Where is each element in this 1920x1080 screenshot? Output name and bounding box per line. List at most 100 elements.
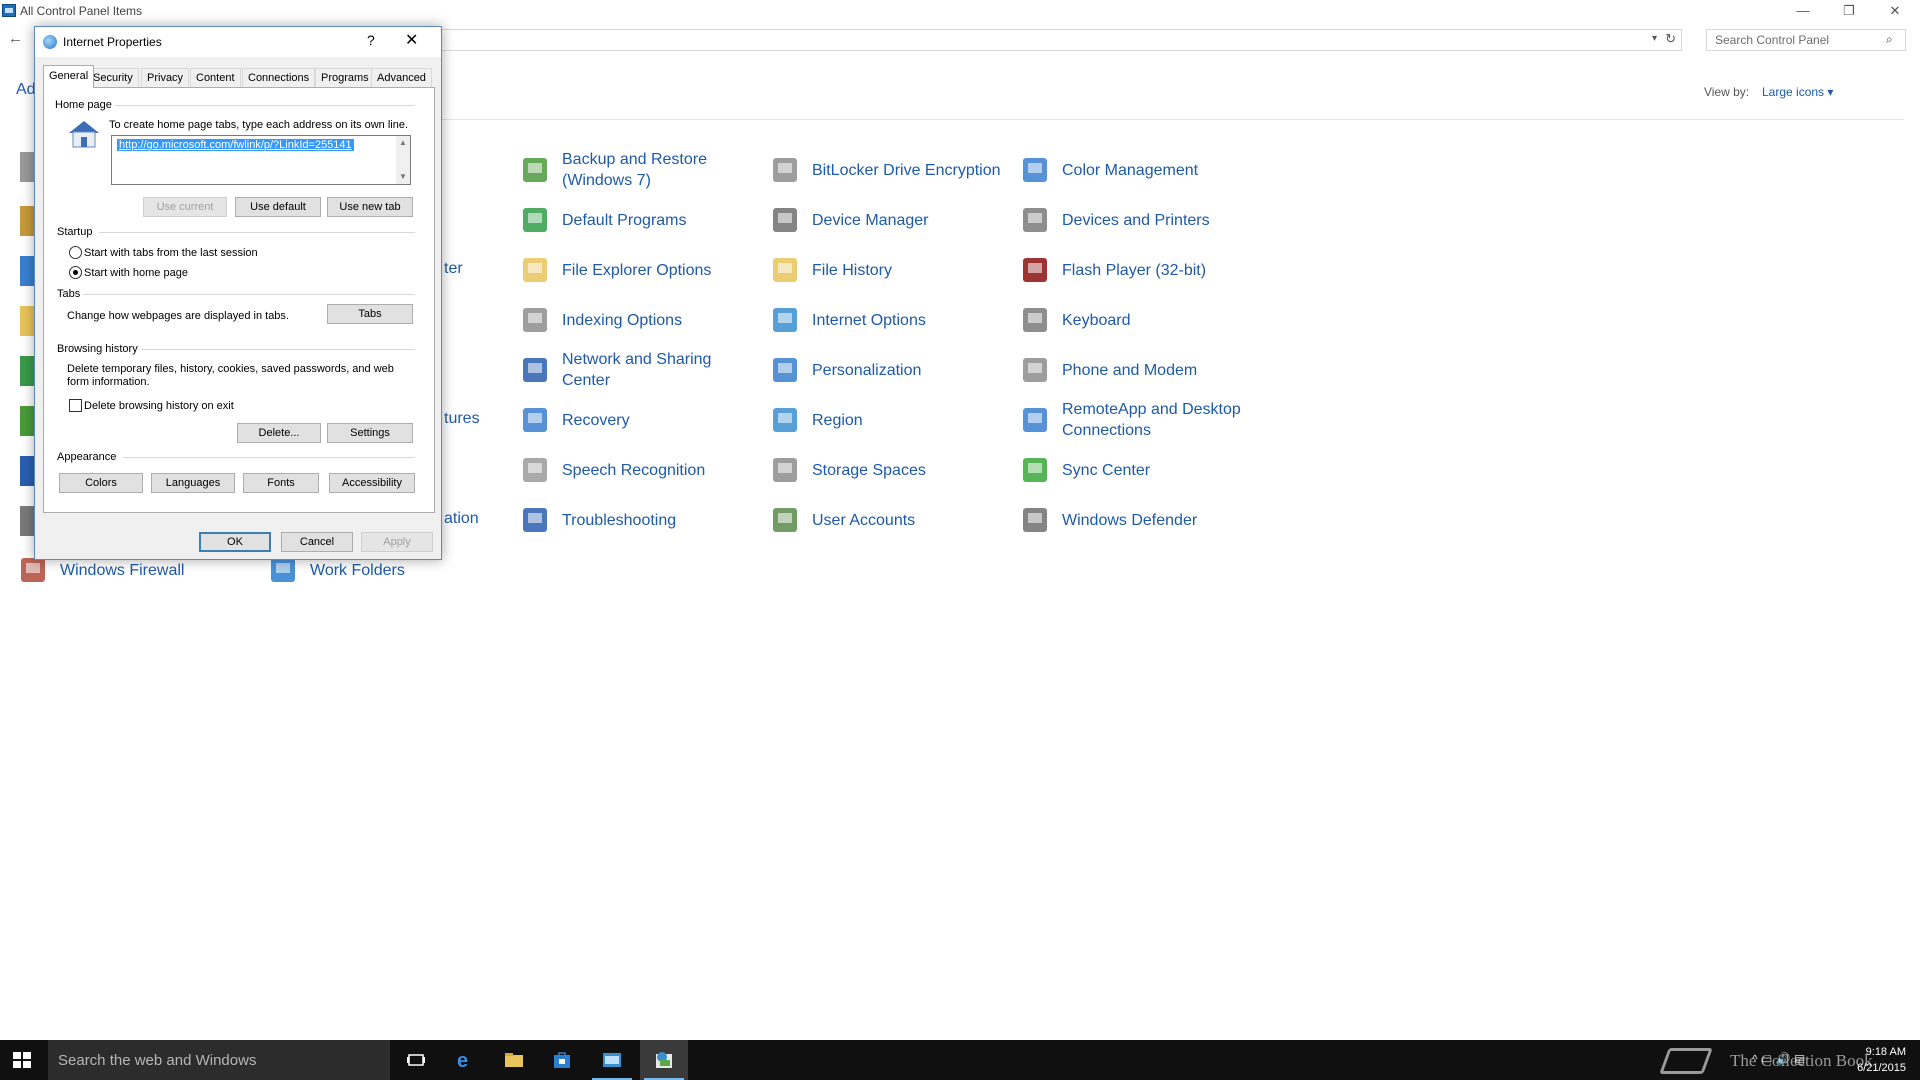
store-icon[interactable]	[538, 1040, 586, 1080]
control-panel-item[interactable]: Backup and Restore (Windows 7)	[518, 146, 707, 194]
control-panel-item[interactable]: Indexing Options	[518, 296, 682, 344]
clipped-item-icon[interactable]	[20, 256, 34, 286]
delete-history-on-exit-checkbox[interactable]	[69, 399, 82, 412]
internet-properties-taskbar-icon[interactable]	[640, 1040, 688, 1080]
control-panel-item-label: User Accounts	[812, 511, 916, 529]
accessibility-button[interactable]: Accessibility	[329, 473, 415, 493]
clipped-item-icon[interactable]	[20, 456, 34, 486]
languages-button[interactable]: Languages	[151, 473, 235, 493]
view-by-dropdown[interactable]: Large icons ▾	[1762, 85, 1833, 99]
control-panel-item[interactable]: File History	[768, 246, 892, 294]
tab-privacy[interactable]: Privacy	[141, 68, 190, 87]
control-panel-item[interactable]: Device Manager	[768, 196, 929, 244]
home-page-instruction: To create home page tabs, type each addr…	[109, 119, 409, 131]
cancel-button[interactable]: Cancel	[281, 532, 353, 552]
clock[interactable]: 9:18 AM 6/21/2015	[1850, 1044, 1906, 1076]
clipped-item-label[interactable]: tures	[444, 410, 480, 428]
home-page-url-textarea[interactable]: http://go.microsoft.com/fwlink/p/?LinkId…	[111, 135, 411, 185]
colors-button[interactable]: Colors	[59, 473, 143, 493]
minimize-button[interactable]: —	[1780, 0, 1826, 22]
startup-last-session-radio[interactable]	[69, 246, 82, 259]
control-panel-taskbar-icon[interactable]	[588, 1040, 636, 1080]
settings-button[interactable]: Settings	[327, 423, 413, 443]
control-panel-item[interactable]: Network and Sharing Center	[518, 346, 711, 394]
clipped-item-icon[interactable]	[20, 306, 34, 336]
clipped-item-icon[interactable]	[20, 356, 34, 386]
delete-button[interactable]: Delete...	[237, 423, 321, 443]
tab-advanced[interactable]: Advanced	[371, 68, 432, 87]
delete-history-on-exit-label[interactable]: Delete browsing history on exit	[84, 400, 234, 413]
close-button[interactable]: ✕	[1872, 0, 1918, 22]
clipped-item-icon[interactable]	[20, 206, 34, 236]
use-new-tab-button[interactable]: Use new tab	[327, 197, 413, 217]
control-panel-item-label: BitLocker Drive Encryption	[812, 161, 1001, 179]
apply-button[interactable]: Apply	[361, 532, 433, 552]
svg-text:e: e	[457, 1050, 468, 1070]
startup-home-page-radio[interactable]	[69, 266, 82, 279]
task-view-icon[interactable]	[392, 1040, 440, 1080]
search-icon[interactable]: ⌕	[1886, 32, 1893, 47]
control-panel-item[interactable]: Personalization	[768, 346, 921, 394]
scroll-up-icon[interactable]: ▲	[399, 138, 407, 147]
scroll-down-icon[interactable]: ▼	[399, 172, 407, 181]
start-button[interactable]	[13, 1052, 31, 1068]
control-panel-item[interactable]: Flash Player (32-bit)	[1018, 246, 1206, 294]
remoteapp-icon	[1018, 403, 1052, 437]
divider	[83, 294, 415, 295]
clipped-item-label[interactable]: ation	[444, 510, 479, 528]
control-panel-item-label: Speech Recognition	[562, 461, 706, 479]
tab-security[interactable]: Security	[87, 68, 139, 87]
control-panel-item[interactable]: Default Programs	[518, 196, 687, 244]
tab-programs[interactable]: Programs	[315, 68, 375, 87]
control-panel-item[interactable]: Speech Recognition	[518, 446, 705, 494]
home-page-url[interactable]: http://go.microsoft.com/fwlink/p/?LinkId…	[117, 139, 354, 151]
startup-home-page-label[interactable]: Start with home page	[84, 267, 188, 280]
control-panel-item[interactable]: File Explorer Options	[518, 246, 711, 294]
restore-button[interactable]: ❐	[1826, 0, 1872, 22]
system-tray[interactable]: ^ ▭ 🔊 ▤	[1752, 1052, 1805, 1066]
search-input[interactable]	[1706, 29, 1906, 51]
fonts-button[interactable]: Fonts	[243, 473, 319, 493]
use-current-button[interactable]: Use current	[143, 197, 227, 217]
clipped-item-label[interactable]: ter	[444, 260, 463, 278]
dialog-close-button[interactable]: ✕	[405, 30, 418, 50]
control-panel-item[interactable]: Phone and Modem	[1018, 346, 1197, 394]
control-panel-item[interactable]: Storage Spaces	[768, 446, 926, 494]
control-panel-item[interactable]: Troubleshooting	[518, 496, 676, 544]
taskbar-search-box[interactable]: Search the web and Windows	[48, 1040, 390, 1080]
help-button[interactable]: ?	[367, 32, 375, 48]
edge-icon[interactable]: e	[442, 1040, 490, 1080]
speech-recognition-icon	[518, 453, 552, 487]
clipped-item-icon[interactable]	[20, 152, 34, 182]
address-bar[interactable]: ▾ ↻	[440, 29, 1682, 51]
control-panel-item[interactable]: Region	[768, 396, 863, 444]
control-panel-item[interactable]: Recovery	[518, 396, 630, 444]
control-panel-item[interactable]: BitLocker Drive Encryption	[768, 146, 1001, 194]
tab-content[interactable]: Content	[190, 68, 241, 87]
chevron-down-icon[interactable]: ▾	[1652, 33, 1657, 44]
startup-last-session-label[interactable]: Start with tabs from the last session	[84, 247, 258, 260]
control-panel-item[interactable]: Internet Options	[768, 296, 926, 344]
back-arrow-icon[interactable]: ←	[8, 30, 23, 47]
control-panel-item-label: Keyboard	[1062, 311, 1131, 329]
tabs-button[interactable]: Tabs	[327, 304, 413, 324]
control-panel-item[interactable]: Windows Defender	[1018, 496, 1197, 544]
divider	[123, 457, 415, 458]
control-panel-item[interactable]: Color Management	[1018, 146, 1198, 194]
url-scrollbar[interactable]: ▲ ▼	[396, 136, 410, 184]
ok-button[interactable]: OK	[199, 532, 271, 552]
refresh-icon[interactable]: ↻	[1665, 31, 1676, 47]
clipped-item-icon[interactable]	[20, 406, 34, 436]
control-panel-item[interactable]: User Accounts	[768, 496, 915, 544]
file-explorer-icon[interactable]	[490, 1040, 538, 1080]
clipped-item-icon[interactable]	[20, 506, 34, 536]
tab-connections[interactable]: Connections	[242, 68, 316, 87]
use-default-button[interactable]: Use default	[235, 197, 321, 217]
tab-general[interactable]: General	[43, 65, 95, 88]
control-panel-item[interactable]: Devices and Printers	[1018, 196, 1210, 244]
control-panel-item[interactable]: RemoteApp and Desktop Connections	[1018, 396, 1241, 444]
control-panel-item[interactable]: Keyboard	[1018, 296, 1131, 344]
network-sharing-icon	[518, 353, 552, 387]
storage-spaces-icon	[768, 453, 802, 487]
control-panel-item[interactable]: Sync Center	[1018, 446, 1150, 494]
